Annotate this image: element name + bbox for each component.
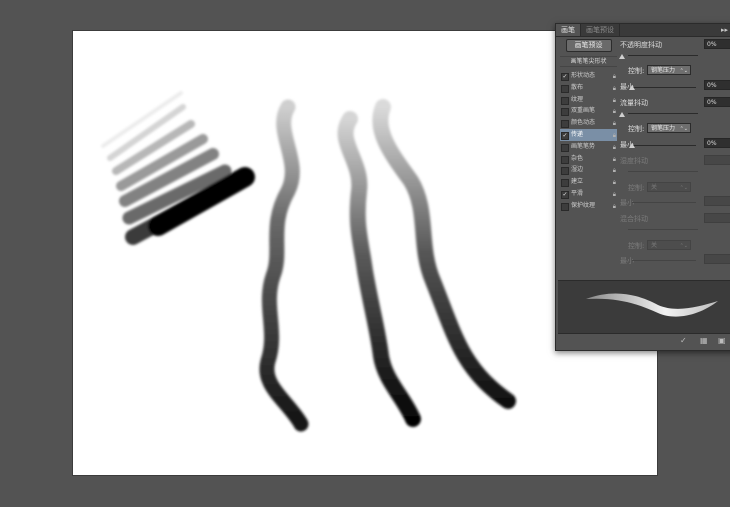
brush-stroke-preview [558, 280, 730, 334]
option-checkbox[interactable] [561, 155, 569, 164]
min-opacity-field[interactable]: 0% [704, 80, 730, 90]
preview-stroke [586, 293, 718, 317]
flow-jitter-slider-track[interactable] [628, 113, 698, 114]
select-arrow-icon: ⌃⌄ [679, 68, 688, 74]
option-label: 纹理 [571, 95, 584, 103]
brush-panel: 画笔 画笔预设 ▸▸ 画笔预设 画笔笔尖形状 ✓ 形状动态 🔒︎ 散布 🔒︎ 纹理 🔒︎ 双重… [555, 23, 730, 351]
panel-tab-bar: 画笔 画笔预设 ▸▸ [556, 24, 730, 37]
min-flow-field[interactable]: 0% [704, 138, 730, 148]
brush-option-item[interactable]: 纹理 🔒︎ [560, 94, 617, 106]
option-label: 湿边 [571, 166, 584, 174]
min-wetness-slider-track [632, 202, 696, 203]
option-label: 杂色 [571, 154, 584, 162]
option-checkbox[interactable] [561, 167, 569, 176]
wetness-jitter-field [704, 155, 730, 165]
mix-control-select: 关 ⌃⌄ [647, 240, 691, 250]
brush-option-item[interactable]: 杂色 🔒︎ [560, 153, 617, 165]
mix-slider-track [628, 229, 698, 230]
panel-menu-icon[interactable]: ▸▸ [721, 24, 728, 36]
min-opacity-slider-track[interactable] [632, 87, 696, 88]
option-checkbox[interactable] [561, 96, 569, 105]
mix-control-value: 关 [651, 242, 658, 249]
brush-presets-button[interactable]: 画笔预设 [565, 39, 612, 52]
flow-jitter-field[interactable]: 0% [704, 97, 730, 107]
option-checkbox[interactable]: ✓ [561, 190, 569, 199]
option-checkbox[interactable]: ✓ [561, 73, 569, 81]
panel-bottom-bar: ✓ ▦ ▣ [556, 334, 730, 350]
wetness-jitter-label: 湿度抖动 [620, 157, 648, 165]
option-checkbox[interactable] [561, 108, 569, 117]
control-label: 控制: [628, 242, 645, 250]
min-wetness-field [704, 196, 730, 206]
min-label: 最小 [620, 257, 634, 265]
mix-jitter-label: 混合抖动 [620, 215, 648, 223]
control-label: 控制: [628, 125, 645, 133]
brush-option-item[interactable]: 颜色动态 🔒︎ [560, 117, 617, 129]
option-checkbox[interactable] [561, 120, 569, 129]
flow-jitter-label: 流量抖动 [620, 99, 648, 107]
toggle-brush-icon[interactable]: ✓ [680, 336, 687, 345]
option-checkbox[interactable] [561, 84, 569, 93]
opacity-control-select[interactable]: 钢笔压力 ⌃⌄ [647, 65, 691, 75]
min-flow-slider-track[interactable] [632, 145, 696, 146]
option-label: 颜色动态 [571, 119, 596, 127]
control-label: 控制: [628, 67, 645, 75]
option-checkbox[interactable]: ✓ [561, 131, 569, 140]
wetness-control-value: 关 [651, 184, 658, 191]
flow-control-select[interactable]: 钢笔压力 ⌃⌄ [647, 123, 691, 133]
opacity-jitter-slider-track[interactable] [628, 55, 698, 56]
control-label: 控制: [628, 184, 645, 192]
option-checkbox[interactable] [561, 202, 569, 211]
select-arrow-icon: ⌃⌄ [679, 126, 688, 132]
new-preset-icon[interactable]: ▣ [718, 336, 726, 345]
brush-option-item[interactable]: 画笔笔势 🔒︎ [560, 141, 617, 153]
option-label: 双重画笔 [571, 107, 596, 115]
tab-brush[interactable]: 画笔 [556, 24, 581, 36]
select-arrow-icon: ⌃⌄ [679, 243, 688, 249]
flow-jitter-slider-handle[interactable] [619, 112, 625, 117]
brush-option-item[interactable]: 保护纹理 🔒︎ [560, 200, 617, 212]
opacity-jitter-label: 不透明度抖动 [620, 41, 662, 49]
brush-option-item[interactable]: ✓ 形状动态 🔒︎ [560, 70, 617, 82]
brush-tip-shape-item[interactable]: 画笔笔尖形状 [560, 56, 617, 67]
brush-option-item[interactable]: ✓ 平滑 🔒︎ [560, 188, 617, 200]
option-label: 传递 [571, 130, 584, 138]
min-opacity-slider-handle[interactable] [629, 85, 635, 90]
brush-option-item[interactable]: 湿边 🔒︎ [560, 164, 617, 176]
select-arrow-icon: ⌃⌄ [679, 185, 688, 191]
min-mix-slider-track [632, 260, 696, 261]
option-label: 形状动态 [571, 72, 596, 79]
brush-option-item[interactable]: 建立 🔒︎ [560, 176, 617, 188]
brush-option-item[interactable]: ✓ 传递 🔒︎ [560, 128, 617, 141]
grid-icon[interactable]: ▦ [700, 336, 708, 345]
opacity-control-value: 钢笔压力 [651, 67, 676, 74]
option-label: 平滑 [571, 189, 584, 197]
flow-control-value: 钢笔压力 [651, 125, 676, 132]
option-label: 散布 [571, 83, 584, 91]
mix-jitter-field [704, 213, 730, 223]
lock-icon[interactable]: 🔒︎ [613, 201, 616, 213]
brush-options-list: 画笔预设 画笔笔尖形状 ✓ 形状动态 🔒︎ 散布 🔒︎ 纹理 🔒︎ 双重画笔 🔒︎ 颜色动态 🔒︎ ✓… [560, 38, 617, 212]
min-label: 最小 [620, 199, 634, 207]
option-label: 建立 [571, 178, 584, 186]
opacity-jitter-slider-handle[interactable] [619, 54, 625, 59]
tab-brush-presets[interactable]: 画笔预设 [581, 24, 620, 36]
option-label: 画笔笔势 [571, 142, 596, 150]
option-label: 保护纹理 [571, 201, 596, 209]
opacity-jitter-field[interactable]: 0% [704, 39, 730, 49]
option-checkbox[interactable] [561, 143, 569, 152]
wetness-slider-track [628, 171, 698, 172]
option-checkbox[interactable] [561, 179, 569, 188]
wetness-control-select: 关 ⌃⌄ [647, 182, 691, 192]
min-flow-slider-handle[interactable] [629, 143, 635, 148]
brush-option-item[interactable]: 散布 🔒︎ [560, 82, 617, 94]
brush-option-item[interactable]: 双重画笔 🔒︎ [560, 105, 617, 117]
min-mix-field [704, 254, 730, 264]
